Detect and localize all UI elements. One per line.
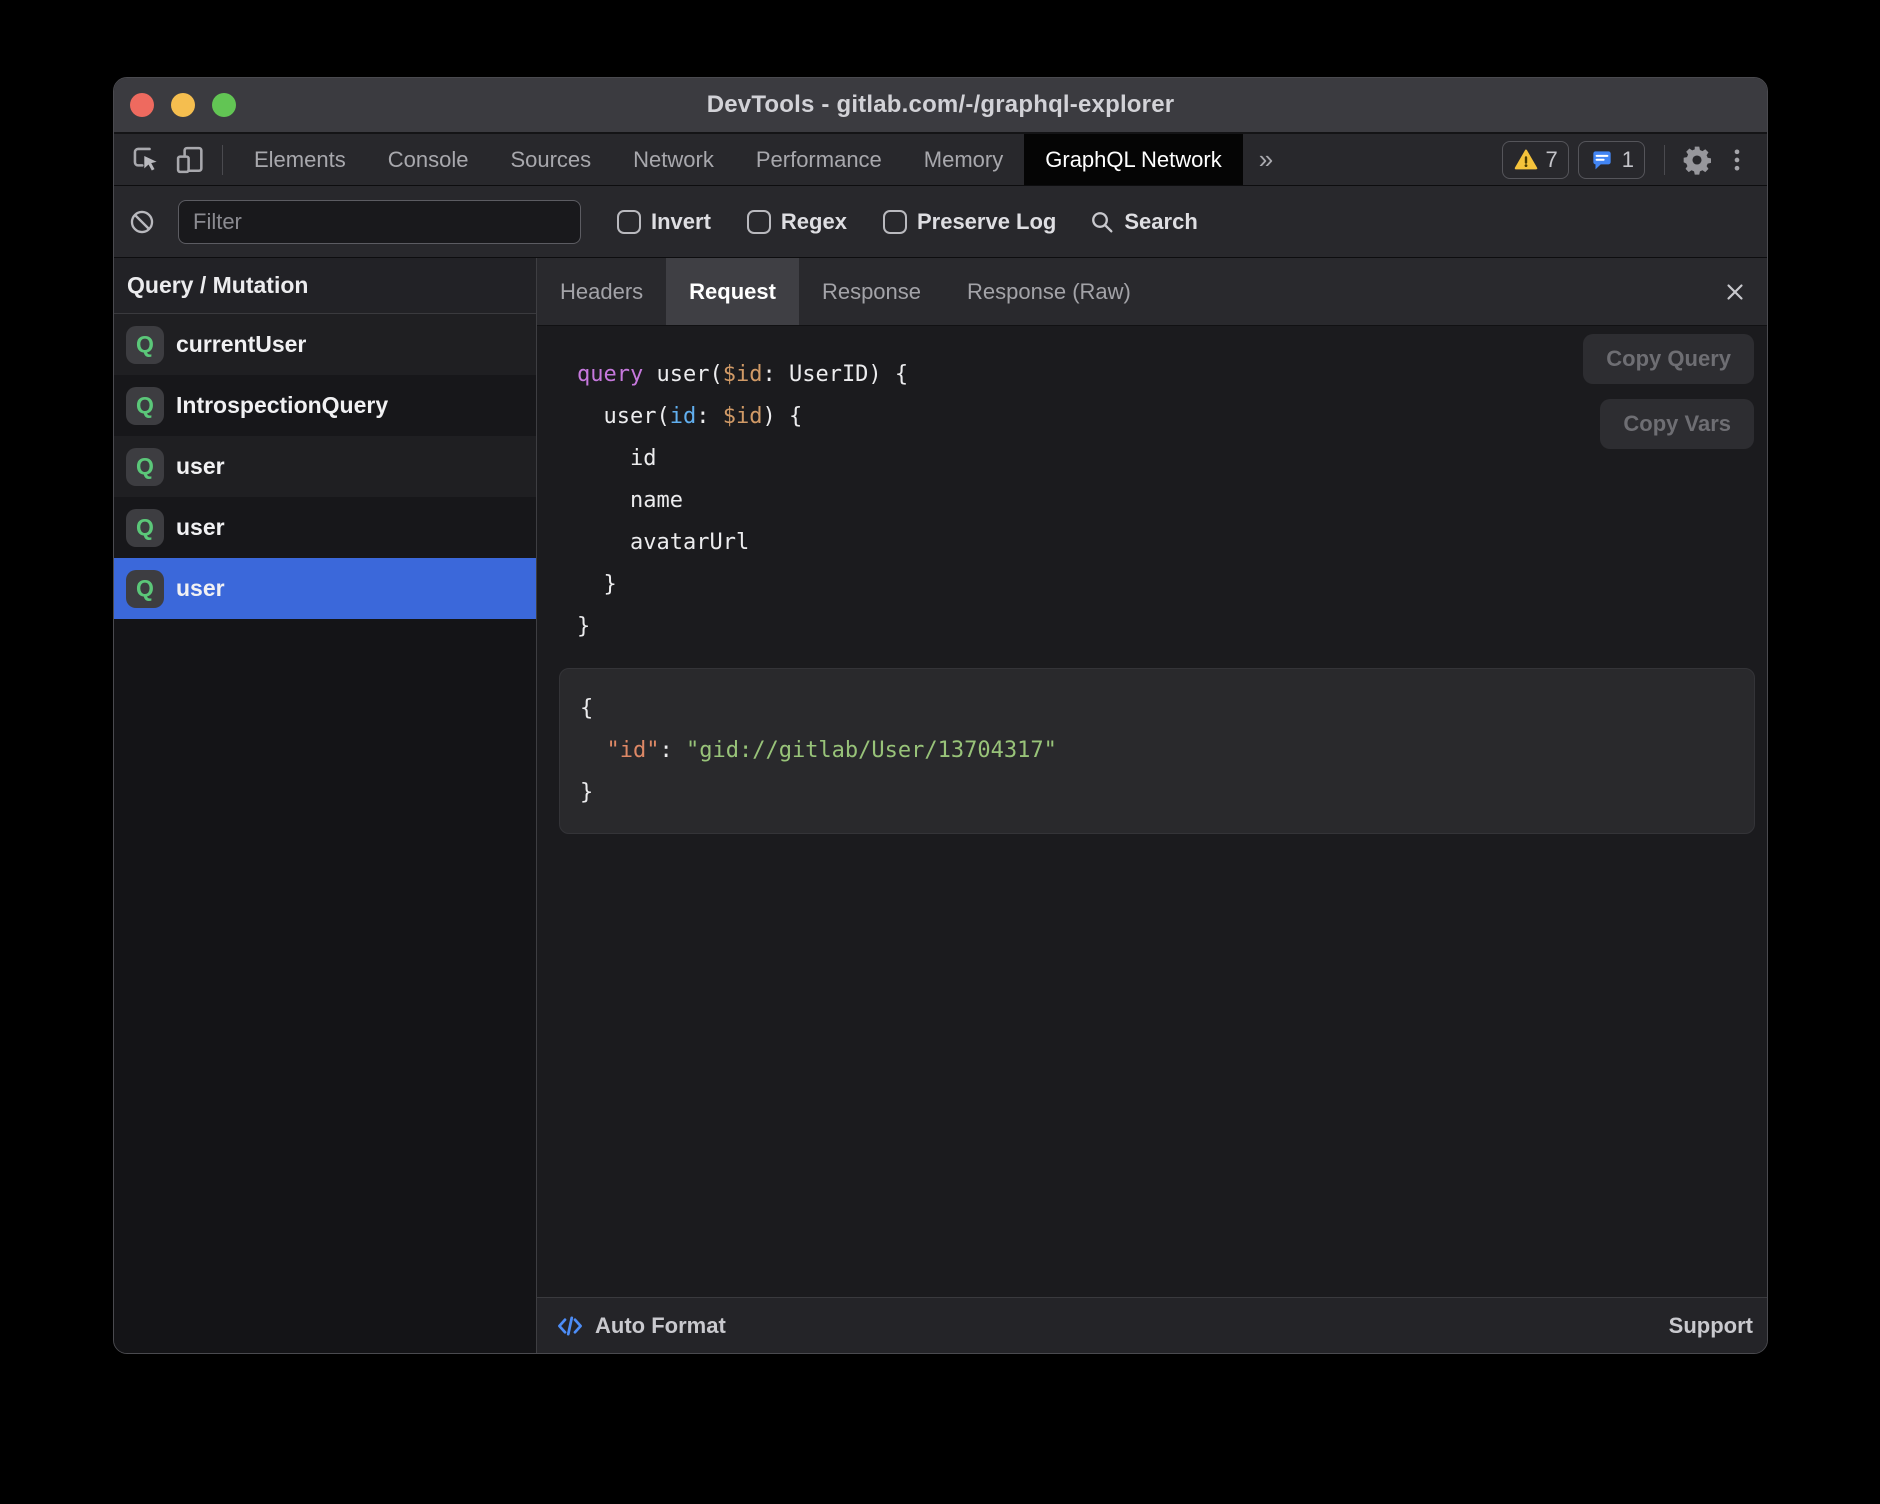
window-title: DevTools - gitlab.com/-/graphql-explorer <box>707 91 1175 119</box>
code-line: } <box>580 772 1734 814</box>
code-line: } <box>577 564 1767 606</box>
tab-sources[interactable]: Sources <box>489 134 612 185</box>
issues-badge[interactable]: 1 <box>1578 141 1645 179</box>
close-window-button[interactable] <box>130 93 154 117</box>
invert-checkbox[interactable] <box>617 210 641 234</box>
devtools-toolbar: Elements Console Sources Network Perform… <box>114 134 1767 186</box>
preserve-log-label: Preserve Log <box>917 209 1056 235</box>
tab-headers[interactable]: Headers <box>537 258 666 325</box>
traffic-lights <box>130 78 236 132</box>
query-type-badge: Q <box>126 448 164 486</box>
tab-console[interactable]: Console <box>367 134 490 185</box>
code-line: } <box>577 606 1767 648</box>
regex-toggle: Regex <box>747 209 847 235</box>
tab-network[interactable]: Network <box>612 134 735 185</box>
preserve-log-checkbox[interactable] <box>883 210 907 234</box>
zoom-window-button[interactable] <box>212 93 236 117</box>
invert-label: Invert <box>651 209 711 235</box>
query-list-item[interactable]: Q IntrospectionQuery <box>114 375 536 436</box>
query-list-panel: Query / Mutation Q currentUser Q Introsp… <box>114 258 536 1353</box>
query-type-badge: Q <box>126 570 164 608</box>
tab-elements[interactable]: Elements <box>233 134 367 185</box>
query-list-item-selected[interactable]: Q user <box>114 558 536 619</box>
query-list-item[interactable]: Q currentUser <box>114 314 536 375</box>
settings-button[interactable] <box>1675 138 1719 182</box>
minimize-window-button[interactable] <box>171 93 195 117</box>
inspect-cursor-icon <box>129 143 163 177</box>
tab-graphql-network[interactable]: GraphQL Network <box>1024 134 1242 185</box>
window-titlebar: DevTools - gitlab.com/-/graphql-explorer <box>114 78 1767 134</box>
code-line: "id": "gid://gitlab/User/13704317" <box>580 730 1734 772</box>
detail-tab-strip: Headers Request Response Response (Raw) <box>537 258 1767 326</box>
close-detail-button[interactable] <box>1713 270 1757 314</box>
tab-request[interactable]: Request <box>666 258 799 325</box>
device-toolbar-icon <box>173 143 207 177</box>
close-icon <box>1722 279 1748 305</box>
query-list-item[interactable]: Q user <box>114 436 536 497</box>
query-name: user <box>176 453 225 480</box>
query-type-badge: Q <box>126 387 164 425</box>
kebab-menu-icon <box>1723 146 1751 174</box>
issues-count: 1 <box>1622 147 1634 173</box>
query-name: user <box>176 514 225 541</box>
query-list-item[interactable]: Q user <box>114 497 536 558</box>
block-icon <box>128 208 156 236</box>
toolbar-divider <box>1664 145 1665 175</box>
invert-toggle: Invert <box>617 209 711 235</box>
search-icon <box>1088 208 1116 236</box>
tab-response-raw[interactable]: Response (Raw) <box>944 258 1154 325</box>
search-button[interactable]: Search <box>1088 208 1197 236</box>
query-type-badge: Q <box>126 509 164 547</box>
code-line: avatarUrl <box>577 522 1767 564</box>
code-line: name <box>577 480 1767 522</box>
copy-vars-button[interactable]: Copy Vars <box>1600 399 1754 449</box>
main-area: Query / Mutation Q currentUser Q Introsp… <box>114 258 1767 1353</box>
warnings-badge[interactable]: 7 <box>1502 141 1569 179</box>
warnings-count: 7 <box>1546 147 1558 173</box>
query-list-header: Query / Mutation <box>114 258 536 314</box>
more-tabs-button[interactable]: » <box>1243 144 1289 175</box>
regex-label: Regex <box>781 209 847 235</box>
tab-performance[interactable]: Performance <box>735 134 903 185</box>
inspect-element-button[interactable] <box>124 138 168 182</box>
toggle-device-toolbar-button[interactable] <box>168 138 212 182</box>
query-name: currentUser <box>176 331 306 358</box>
request-detail-panel: Headers Request Response Response (Raw) … <box>536 258 1767 1353</box>
support-link[interactable]: Support <box>1669 1313 1753 1339</box>
detail-footer: Auto Format Support <box>537 1297 1767 1353</box>
query-variables-box: { "id": "gid://gitlab/User/13704317" } <box>559 668 1755 834</box>
tab-response[interactable]: Response <box>799 258 944 325</box>
auto-format-label: Auto Format <box>595 1313 726 1339</box>
query-type-badge: Q <box>126 326 164 364</box>
toolbar-divider <box>222 145 223 175</box>
code-line: { <box>580 688 1734 730</box>
query-name: IntrospectionQuery <box>176 392 388 419</box>
warning-triangle-icon <box>1513 147 1539 173</box>
code-format-icon <box>555 1311 585 1341</box>
search-label: Search <box>1124 209 1197 235</box>
message-bubble-icon <box>1589 147 1615 173</box>
preserve-log-toggle: Preserve Log <box>883 209 1056 235</box>
filter-toolbar: Invert Regex Preserve Log Search <box>114 186 1767 258</box>
copy-buttons: Copy Query Copy Vars <box>1583 334 1754 449</box>
devtools-window: DevTools - gitlab.com/-/graphql-explorer… <box>113 77 1768 1354</box>
gear-icon <box>1681 144 1713 176</box>
copy-query-button[interactable]: Copy Query <box>1583 334 1754 384</box>
tab-memory[interactable]: Memory <box>903 134 1024 185</box>
clear-button[interactable] <box>120 200 164 244</box>
auto-format-button[interactable]: Auto Format <box>555 1311 726 1341</box>
regex-checkbox[interactable] <box>747 210 771 234</box>
menu-button[interactable] <box>1719 138 1755 182</box>
request-content: Copy Query Copy Vars query user($id: Use… <box>537 326 1767 1297</box>
query-name: user <box>176 575 225 602</box>
filter-input[interactable] <box>178 200 581 244</box>
